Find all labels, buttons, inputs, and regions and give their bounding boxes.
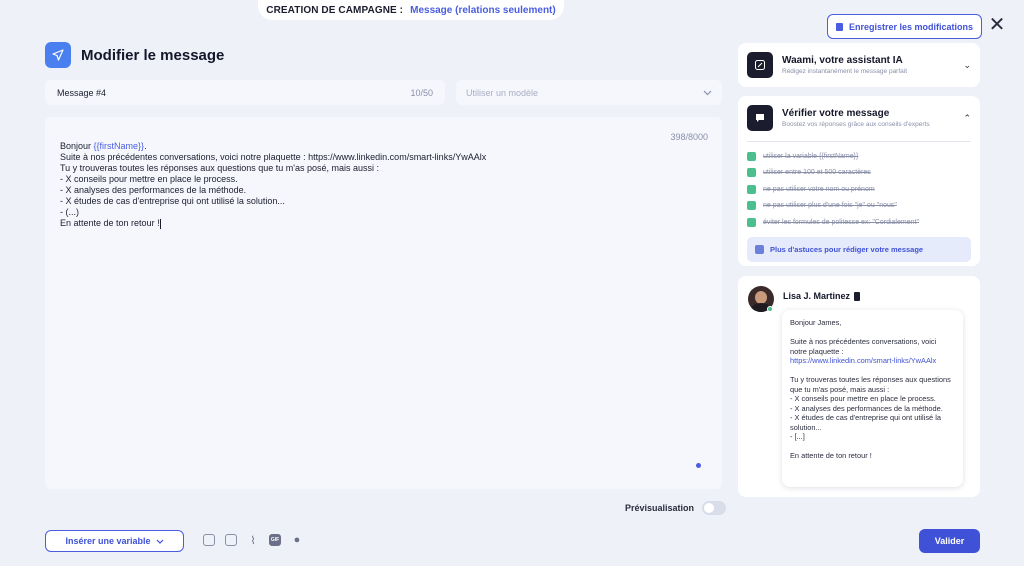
chevron-down-icon <box>703 90 712 95</box>
attachment-icon[interactable]: ⌇ <box>247 534 259 547</box>
bubble-line: Suite à nos précédentes conversations, v… <box>790 337 937 356</box>
message-bubble: Bonjour James, Suite à nos précédentes c… <box>782 310 963 487</box>
save-icon <box>835 22 843 31</box>
template-select-placeholder: Utiliser un modèle <box>466 87 539 98</box>
check-item: utiliser entre 100 et 500 caractères <box>747 165 971 182</box>
message-editor[interactable]: 398/8000 Bonjour {{firstName}}. Suite à … <box>45 117 722 489</box>
chevron-up-icon[interactable]: ⌃ <box>963 113 971 124</box>
bubble-line: - [...] <box>790 432 805 441</box>
online-indicator <box>767 306 773 312</box>
message-line: - X conseils pour mettre en place le pro… <box>60 174 238 184</box>
chevron-down-icon <box>156 539 163 544</box>
sender-name: Lisa J. Martinez <box>783 291 861 301</box>
bubble-line: - X études de cas d'entreprise qui ont u… <box>790 413 941 432</box>
campaign-tab: CREATION DE CAMPAGNE : Message (relation… <box>258 0 564 20</box>
send-icon <box>45 42 71 68</box>
bubble-line: Bonjour James, <box>790 318 842 327</box>
ai-assistant-panel[interactable]: Waami, votre assistant IA Rédigez instan… <box>738 43 980 87</box>
bubble-line: Tu y trouveras toutes les réponses aux q… <box>790 375 951 394</box>
verify-subtitle: Boostez vos réponses grâce aux conseils … <box>782 121 930 128</box>
save-changes-label: Enregistrer les modifications <box>848 21 974 32</box>
save-changes-button[interactable]: Enregistrer les modifications <box>827 14 982 39</box>
lightbulb-icon <box>755 244 764 254</box>
bubble-line: - X conseils pour mettre en place le pro… <box>790 394 936 403</box>
check-item: ne pas utiliser votre nom ou prénom <box>747 181 971 198</box>
check-item: ne pas utiliser plus d'une fois "je" ou … <box>747 198 971 215</box>
assistant-subtitle: Rédigez instantanément le message parfai… <box>782 68 908 75</box>
preview-label: Prévisualisation <box>625 503 695 513</box>
message-line: Tu y trouveras toutes les réponses aux q… <box>60 163 380 173</box>
template-select[interactable]: Utiliser un modèle <box>456 80 722 105</box>
chat-check-icon <box>747 105 773 131</box>
message-name-value: Message #4 <box>57 87 107 98</box>
close-button[interactable]: ✕ <box>988 15 1006 35</box>
verify-title: Vérifier votre message <box>782 108 890 119</box>
check-icon <box>747 217 756 227</box>
message-line: Bonjour {{firstName}}. <box>60 141 147 151</box>
message-line: - X études de cas d'entreprise qui ont u… <box>60 196 285 206</box>
divider <box>747 141 971 142</box>
assistant-title: Waami, votre assistant IA <box>782 55 903 66</box>
message-name-count: 10/50 <box>410 87 433 98</box>
campaign-label: CREATION DE CAMPAGNE : <box>266 4 404 16</box>
campaign-type: Message (relations seulement) <box>410 4 556 16</box>
check-item: éviter les formules de politesse ex: "Co… <box>747 214 971 231</box>
gif-icon[interactable]: GIF <box>269 534 281 546</box>
preview-toggle[interactable] <box>702 501 727 515</box>
message-line: En attente de ton retour ! <box>60 218 161 229</box>
chevron-down-icon[interactable]: ⌄ <box>963 60 971 71</box>
emoji-icon[interactable] <box>203 534 215 546</box>
validate-button[interactable]: Valider <box>919 529 980 553</box>
tips-button[interactable]: Plus d'astuces pour rédiger votre messag… <box>747 236 971 262</box>
check-item: utiliser la variable {{firstName}} <box>747 148 971 165</box>
message-line: - (...) <box>60 207 79 217</box>
bubble-line: - X analyses des performances de la méth… <box>790 403 943 413</box>
device-icon <box>854 291 861 301</box>
message-text[interactable]: Bonjour {{firstName}}. Suite à nos précé… <box>60 141 707 229</box>
page-title: Modifier le message <box>81 46 225 64</box>
bubble-link[interactable]: https://www.linkedin.com/smart-links/YwA… <box>790 356 955 366</box>
verify-panel: Vérifier votre message Boostez vos répon… <box>738 96 980 266</box>
bubble-line: En attente de ton retour ! <box>790 451 872 460</box>
preview-row: Prévisualisation <box>625 501 727 515</box>
insert-variable-button[interactable]: Insérer une variable <box>45 530 184 552</box>
edit-icon <box>747 52 773 78</box>
status-dot <box>696 463 701 468</box>
char-counter: 398/8000 <box>670 132 708 142</box>
verify-header[interactable]: Vérifier votre message Boostez vos répon… <box>747 105 971 131</box>
image-icon[interactable] <box>225 534 237 546</box>
check-icon <box>747 184 756 194</box>
message-name-field[interactable]: Message #4 10/50 <box>45 80 445 105</box>
check-icon <box>747 168 756 178</box>
text-cursor <box>159 218 161 229</box>
check-icon <box>747 201 756 211</box>
first-name-variable: {{firstName}} <box>93 141 145 151</box>
microphone-icon[interactable]: ● <box>291 534 303 546</box>
insert-variable-label: Insérer une variable <box>65 536 151 546</box>
page-header: Modifier le message <box>45 42 224 68</box>
check-icon <box>747 151 756 161</box>
message-preview-panel: Lisa J. Martinez Bonjour James, Suite à … <box>738 276 980 497</box>
message-line: - X analyses des performances de la méth… <box>60 185 247 195</box>
editor-tools: ⌇ GIF ● <box>203 534 303 547</box>
tips-label: Plus d'astuces pour rédiger votre messag… <box>770 244 924 254</box>
message-line: Suite à nos précédentes conversations, v… <box>60 152 487 162</box>
